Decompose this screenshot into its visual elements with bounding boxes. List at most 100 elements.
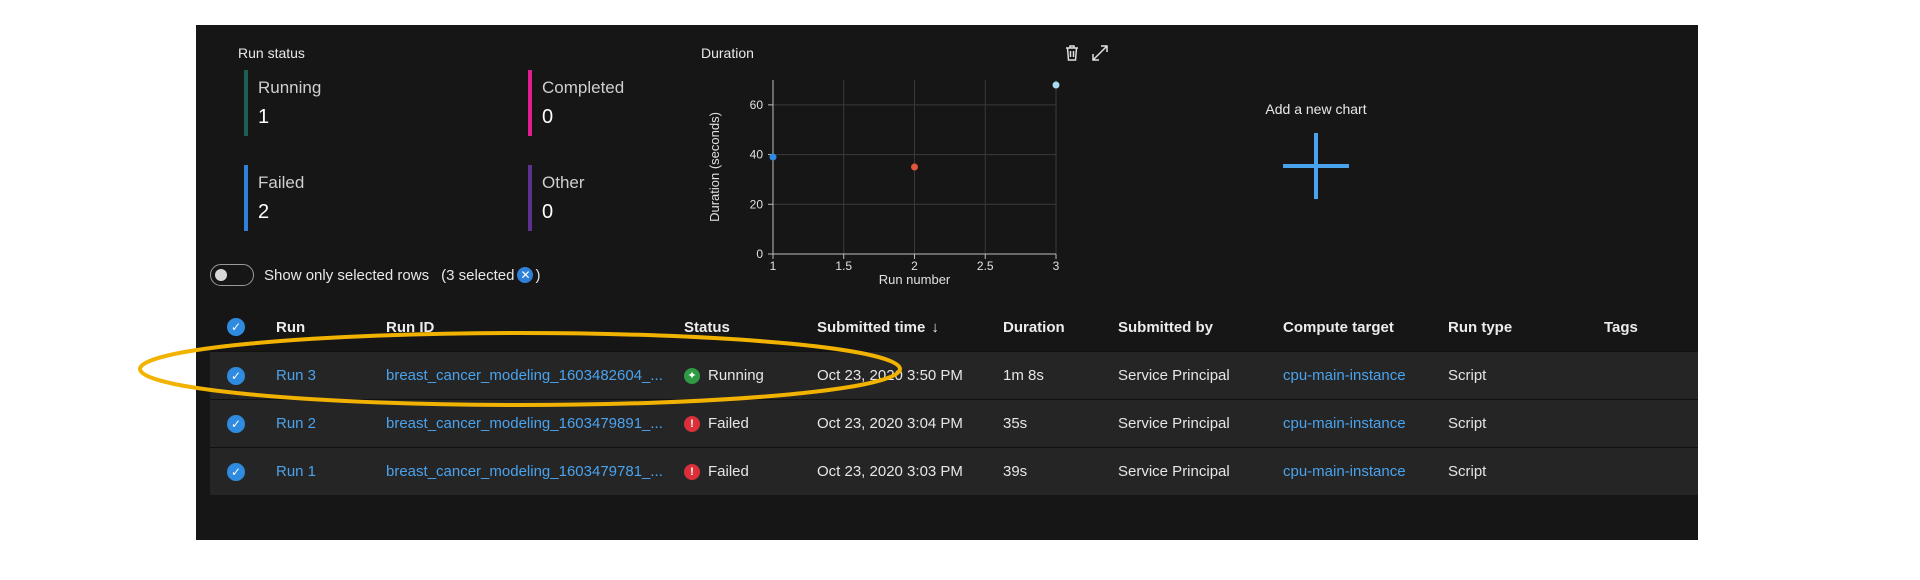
runs-table: ✓ Run Run ID Status Submitted time ↓ Dur… (210, 303, 1698, 495)
trash-icon[interactable] (1062, 43, 1082, 63)
selected-count: (3 selected ✕ ) (441, 267, 540, 284)
status-other-bar (528, 165, 532, 231)
run-type: Script (1448, 367, 1487, 384)
row-checkbox[interactable]: ✓ (227, 352, 245, 399)
y-tick-label: 60 (750, 98, 764, 112)
column-header-duration[interactable]: Duration (1003, 303, 1065, 351)
status-other-label: Other (542, 173, 585, 192)
expand-icon[interactable] (1090, 43, 1110, 63)
run-status-text: Failed (708, 415, 749, 432)
submitted-time: Oct 23, 2020 3:03 PM (817, 463, 963, 480)
x-tick-label: 3 (1053, 259, 1060, 273)
data-point (911, 163, 918, 171)
column-header-run-id[interactable]: Run ID (386, 303, 434, 351)
column-header-compute-target[interactable]: Compute target (1283, 303, 1394, 351)
run-status: ! Failed (684, 400, 749, 447)
data-point (1052, 81, 1060, 89)
checkmark-icon: ✓ (227, 318, 245, 336)
add-new-chart-button[interactable]: Add a new chart (1196, 95, 1436, 235)
error-icon: ! (684, 463, 700, 480)
column-header-submitted-time[interactable]: Submitted time ↓ (817, 303, 939, 351)
x-tick-label: 1 (770, 259, 777, 273)
run-id-link[interactable]: breast_cancer_modeling_1603482604_... (386, 352, 663, 399)
run-id-link[interactable]: breast_cancer_modeling_1603479891_... (386, 400, 663, 447)
column-header-tags[interactable]: Tags (1604, 303, 1638, 351)
clear-selection-icon[interactable]: ✕ (517, 267, 534, 283)
run-name-link[interactable]: Run 2 (276, 400, 316, 447)
submitted-by: Service Principal (1118, 463, 1230, 480)
table-row[interactable]: ✓ Run 1 breast_cancer_modeling_160347978… (210, 447, 1698, 495)
toggle-label: Show only selected rows (264, 266, 430, 284)
run-id-link[interactable]: breast_cancer_modeling_1603479781_... (386, 448, 663, 495)
run-status-text: Running (708, 367, 764, 384)
run-status: ! Failed (684, 448, 749, 495)
x-tick-label: 2.5 (977, 259, 994, 273)
experiment-runs-panel: Run status Running 1 Completed 0 Failed … (196, 25, 1698, 540)
column-header-run-type[interactable]: Run type (1448, 303, 1512, 351)
table-header-row: ✓ Run Run ID Status Submitted time ↓ Dur… (210, 303, 1698, 351)
status-failed-label: Failed (258, 173, 305, 192)
run-name-link[interactable]: Run 1 (276, 448, 316, 495)
run-type: Script (1448, 463, 1487, 480)
submitted-by: Service Principal (1118, 367, 1230, 384)
x-tick-label: 1.5 (835, 259, 852, 273)
selected-count-text: (3 selected (441, 266, 515, 284)
y-axis-title: Duration (seconds) (707, 112, 722, 222)
status-other-count: 0 (542, 201, 554, 223)
run-duration: 35s (1003, 415, 1028, 432)
running-icon: ✦ (684, 367, 700, 384)
error-icon: ! (684, 415, 700, 432)
status-running-bar (244, 70, 248, 136)
x-tick-label: 2 (911, 259, 918, 273)
selected-count-close: ) (535, 266, 541, 284)
chart-toolbar (1062, 43, 1110, 65)
plus-icon-vertical (1314, 133, 1318, 199)
sort-descending-icon: ↓ (931, 318, 939, 336)
compute-target-link[interactable]: cpu-main-instance (1283, 352, 1406, 399)
checkmark-icon: ✓ (227, 414, 245, 433)
plus-icon (1283, 133, 1349, 199)
show-selected-toggle[interactable] (210, 264, 254, 286)
row-checkbox[interactable]: ✓ (227, 448, 245, 495)
column-header-submitted-by[interactable]: Submitted by (1118, 303, 1213, 351)
status-running-count: 1 (258, 106, 270, 128)
status-completed-count: 0 (542, 106, 554, 128)
y-tick-label: 40 (750, 148, 764, 162)
x-axis-title: Run number (879, 272, 951, 287)
run-duration: 1m 8s (1003, 367, 1044, 384)
checkmark-icon: ✓ (227, 462, 245, 481)
run-status-text: Failed (708, 463, 749, 480)
status-failed-count: 2 (258, 201, 270, 223)
submitted-time: Oct 23, 2020 3:50 PM (817, 367, 963, 384)
run-type: Script (1448, 415, 1487, 432)
status-failed-bar (244, 165, 248, 231)
run-name-link[interactable]: Run 3 (276, 352, 316, 399)
status-completed-label: Completed (542, 78, 625, 97)
submitted-time-header-label: Submitted time (817, 318, 926, 336)
y-tick-label: 0 (756, 247, 763, 261)
checkmark-icon: ✓ (227, 366, 245, 385)
select-all-checkbox[interactable]: ✓ (227, 303, 245, 351)
compute-target-link[interactable]: cpu-main-instance (1283, 448, 1406, 495)
column-header-status[interactable]: Status (684, 303, 730, 351)
data-point (769, 153, 777, 161)
status-failed-card: Failed 2 (244, 165, 484, 231)
status-completed-bar (528, 70, 532, 136)
submitted-time: Oct 23, 2020 3:04 PM (817, 415, 963, 432)
run-status-title: Run status (238, 45, 305, 61)
selected-rows-filter: Show only selected rows (3 selected ✕ ) (210, 263, 540, 287)
duration-scatter-chart: 1 1.5 2 2.5 3 0 20 40 60 Run number Duration (seco… (707, 80, 1060, 287)
table-row[interactable]: ✓ Run 2 breast_cancer_modeling_160347989… (210, 399, 1698, 447)
y-tick-label: 20 (750, 197, 764, 211)
row-checkbox[interactable]: ✓ (227, 400, 245, 447)
table-row[interactable]: ✓ Run 3 breast_cancer_modeling_160348260… (210, 351, 1698, 399)
run-duration: 39s (1003, 463, 1028, 480)
submitted-by: Service Principal (1118, 415, 1230, 432)
duration-chart-title: Duration (701, 45, 754, 61)
status-running-card: Running 1 (244, 70, 484, 136)
add-chart-label: Add a new chart (1265, 101, 1367, 117)
status-running-label: Running (258, 78, 322, 97)
compute-target-link[interactable]: cpu-main-instance (1283, 400, 1406, 447)
column-header-run[interactable]: Run (276, 303, 305, 351)
toggle-knob (215, 269, 227, 281)
